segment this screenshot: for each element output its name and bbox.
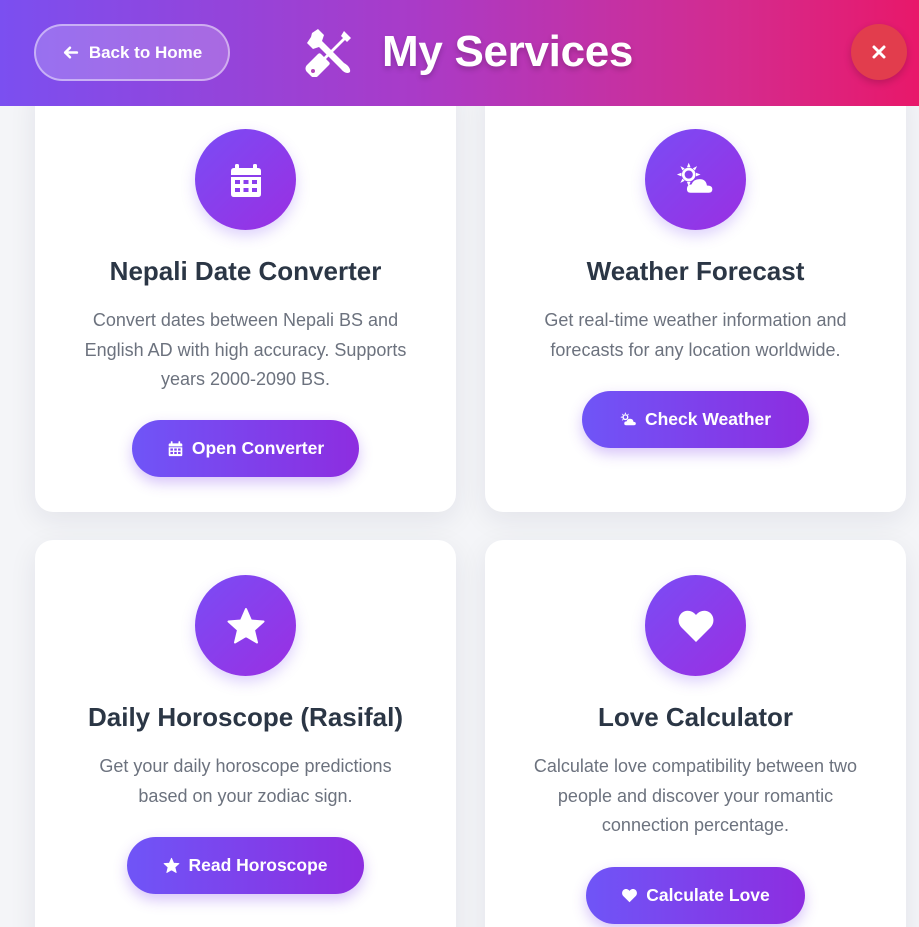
button-label: Read Horoscope xyxy=(188,855,328,875)
weather-sun-cloud-icon xyxy=(620,412,636,426)
tools-icon xyxy=(304,27,354,77)
back-to-home-button[interactable]: Back to Home xyxy=(34,24,230,81)
check-weather-button[interactable]: Check Weather xyxy=(582,391,809,448)
button-label: Calculate Love xyxy=(646,885,770,905)
heart-icon xyxy=(622,889,638,903)
open-converter-button[interactable]: Open Converter xyxy=(132,420,359,477)
calendar-icon xyxy=(195,129,296,230)
close-button[interactable] xyxy=(851,24,907,80)
service-title: Daily Horoscope (Rasifal) xyxy=(88,702,403,732)
heart-icon xyxy=(645,575,746,676)
service-title: Nepali Date Converter xyxy=(109,256,382,286)
service-description: Get real-time weather information and fo… xyxy=(544,310,847,360)
back-to-home-label: Back to Home xyxy=(88,42,203,62)
arrow-left-icon xyxy=(63,46,78,59)
service-description: Get your daily horoscope predictions bas… xyxy=(99,756,392,806)
star-icon xyxy=(164,857,180,873)
close-icon xyxy=(872,45,886,59)
service-card-weather: Weather Forecast Get real-time weather i… xyxy=(485,80,906,512)
calendar-icon xyxy=(168,441,183,457)
service-card-horoscope: Daily Horoscope (Rasifal) Get your daily… xyxy=(35,540,456,927)
star-icon xyxy=(195,575,296,676)
read-horoscope-button[interactable]: Read Horoscope xyxy=(127,837,364,894)
page-title-group: My Services xyxy=(304,22,633,82)
button-label: Check Weather xyxy=(644,409,772,429)
service-card-date-converter: Nepali Date Converter Convert dates betw… xyxy=(35,80,456,512)
service-card-love-calculator: Love Calculator Calculate love compatibi… xyxy=(485,540,906,927)
service-description: Convert dates between Nepali BS and Engl… xyxy=(84,310,407,389)
page-title: My Services xyxy=(382,27,634,76)
calculate-love-button[interactable]: Calculate Love xyxy=(586,867,805,924)
service-description: Calculate love compatibility between two… xyxy=(533,756,858,835)
header-bar: Back to Home My Services xyxy=(0,0,919,106)
services-page: Back to Home My Services Nepali Date Con… xyxy=(0,0,919,927)
service-title: Weather Forecast xyxy=(586,256,805,286)
button-label: Open Converter xyxy=(191,438,325,458)
service-title: Love Calculator xyxy=(597,702,794,732)
weather-sun-cloud-icon xyxy=(645,129,746,230)
